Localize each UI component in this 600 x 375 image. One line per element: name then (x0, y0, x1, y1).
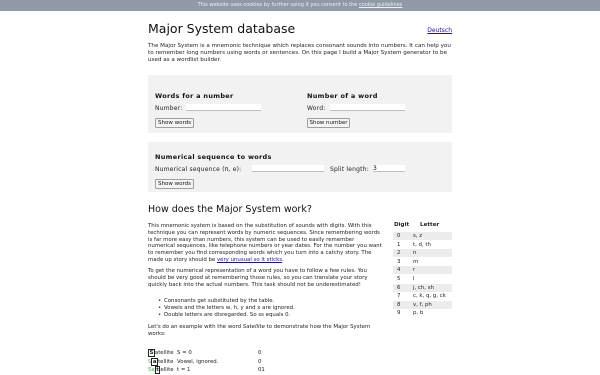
digit-cell: 4 (397, 267, 401, 274)
how-it-works-heading: How does the Major System work? (148, 204, 312, 215)
table-row: 1 t, d, th (393, 241, 452, 249)
table-row: 2n (393, 249, 452, 258)
number-input[interactable] (186, 104, 261, 111)
example-word: Satellite (242, 324, 265, 330)
table-row: 0 s, z (393, 232, 452, 240)
digit-cell: 1 (397, 241, 401, 248)
letter-cell: p, b (413, 310, 424, 317)
cookie-banner-text: This website uses cookies by further usi… (197, 2, 359, 8)
example-row: Sa tellite Vowel, ignored. 0 (148, 357, 298, 366)
digit-cell: 2 (397, 250, 401, 257)
intro-paragraph: The Major System is a mnemonic technique… (148, 43, 451, 64)
example-number: 01 (258, 367, 265, 373)
processed-letters: Sa (148, 367, 155, 373)
how-paragraph-3-start: Let's do an example with the word (148, 324, 243, 330)
example-description: t = 1 (177, 367, 191, 373)
letter-cell: r (413, 267, 416, 274)
remaining-letters: tellite (158, 358, 174, 365)
rule-item: Consonants get substituted by the table. (158, 298, 383, 305)
table-row: 9 p, b (393, 309, 452, 317)
example-description: S = 0 (177, 350, 192, 356)
digit-cell: 6 (397, 284, 401, 291)
words-for-number-title: Words for a number (155, 92, 234, 100)
example-word-cell: Satellite (148, 357, 174, 366)
example-number: 0 (258, 358, 262, 365)
numerical-sequence-title: Numerical sequence to words (155, 153, 272, 161)
split-length-input[interactable] (373, 165, 405, 172)
letter-cell: n (413, 250, 417, 257)
number-label: Number: (155, 105, 183, 112)
current-letter: S (148, 349, 155, 357)
main-content: Major System database Deutsch The Major … (148, 11, 452, 375)
example-word-cell: Satellite (148, 349, 174, 357)
number-of-word-title: Number of a word (307, 92, 378, 100)
rule-item: Double letters are disregarded. So ss eq… (158, 312, 383, 319)
show-words-button[interactable]: Show words (155, 118, 194, 128)
digit-column-header: Digit (394, 222, 410, 228)
letter-cell: t, d, th (413, 241, 431, 248)
rules-list: Consonants get substituted by the table.… (158, 298, 383, 318)
example-row: Sa t ellite t = 1 01 (148, 366, 298, 374)
unusual-story-link[interactable]: very unusual so it sticks (217, 257, 282, 263)
cookie-banner: This website uses cookies by further usi… (0, 0, 600, 11)
word-label: Word: (307, 105, 326, 112)
digit-cell: 9 (397, 310, 401, 317)
rule-item: Vowels and the letters w, h, y and x are… (158, 305, 383, 312)
digit-cell: 5 (397, 276, 401, 282)
example-number: 0 (258, 350, 262, 356)
letter-cell: v, f, ph (413, 301, 432, 308)
show-number-button[interactable]: Show number (307, 118, 350, 128)
digit-cell: 8 (397, 301, 401, 308)
table-row: 4r (393, 266, 452, 275)
table-row: 7 c, k, q, g, ck (393, 292, 452, 300)
page-title: Major System database (148, 21, 296, 36)
table-row: 3m (393, 258, 452, 266)
digit-cell: 7 (397, 293, 401, 300)
how-paragraph-1-end: . (282, 256, 284, 263)
numerical-sequence-label: Numerical sequence (π, e): (155, 166, 242, 173)
table-row: 5l (393, 275, 452, 283)
letter-cell: l (413, 276, 415, 282)
how-paragraph-2: To get the numerical representation of a… (148, 268, 368, 288)
word-input[interactable] (330, 104, 405, 111)
how-paragraph-3: Let's do an example with the word Satell… (148, 324, 382, 338)
example-description: Vowel, ignored. (177, 358, 219, 365)
letter-cell: j, ch, sh (413, 284, 434, 291)
remaining-letters: ellite (160, 367, 174, 373)
letter-cell: s, z (413, 233, 423, 239)
sequence-panel: Numerical sequence to words Numerical se… (148, 142, 452, 192)
numerical-sequence-input[interactable] (252, 165, 324, 172)
table-row: 6 j, ch, sh (393, 283, 452, 292)
show-sequence-words-button[interactable]: Show words (155, 179, 194, 189)
letter-cell: c, k, q, g, ck (413, 293, 446, 300)
lookup-panel: Words for a number Number: Show words Nu… (148, 75, 452, 133)
example-row: Satellite S = 0 0 (148, 349, 298, 357)
remaining-letters: atellite (154, 350, 174, 356)
digit-cell: 3 (397, 258, 401, 265)
letter-cell: m (413, 258, 419, 265)
digit-cell: 0 (397, 233, 401, 239)
how-paragraph-1: This mnemonic system is based on the sub… (148, 223, 382, 264)
letter-column-header: Letter (420, 222, 440, 228)
language-link-deutsch[interactable]: Deutsch (427, 27, 452, 34)
split-length-label: Split length: (330, 166, 369, 173)
example-word-cell: Satellite (148, 366, 174, 374)
cookie-guidelines-link[interactable]: cookie guidelines (359, 2, 402, 8)
table-row: 8 v, f, ph (393, 300, 452, 309)
